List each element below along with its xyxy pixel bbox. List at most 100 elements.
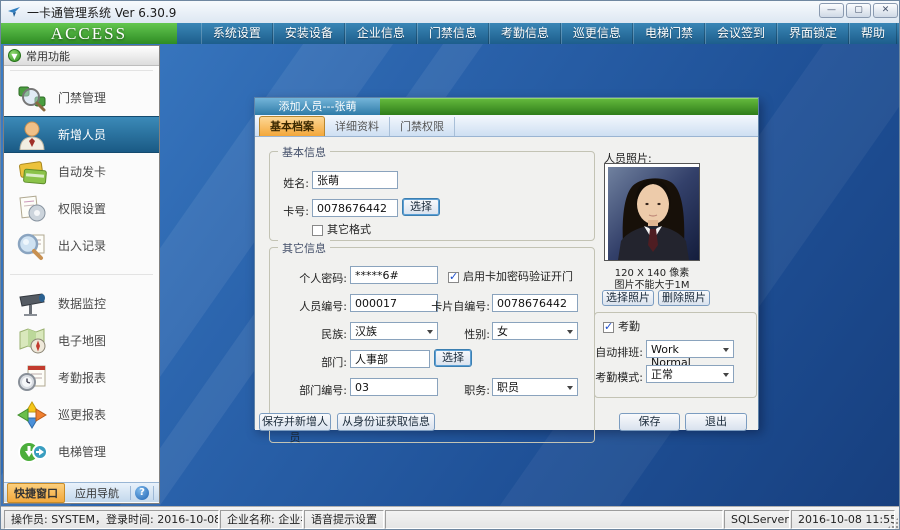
read-id-card-button[interactable]: 从身份证获取信息 — [337, 413, 435, 431]
delete-photo-button[interactable]: 删除照片 — [658, 290, 710, 306]
menu-attendance-info[interactable]: 考勤信息 — [488, 23, 561, 44]
position-dropdown[interactable]: 职员 — [492, 378, 578, 396]
sidebar-header-label: 常用功能 — [26, 49, 70, 63]
gender-label: 性别: — [464, 328, 490, 341]
card-number-label: 卡号: — [283, 205, 309, 218]
minimize-button[interactable]: — — [819, 3, 844, 18]
attendance-checkbox-label: 考勤 — [618, 320, 640, 333]
tab-app-navigation[interactable]: 应用导航 — [68, 483, 126, 503]
sidebar-item-label: 权限设置 — [58, 202, 107, 216]
position-label: 职务: — [464, 384, 490, 397]
sidebar-bottom-tabs: 快捷窗口 应用导航 ? — [4, 482, 159, 503]
camera-monitor-icon — [19, 292, 45, 316]
attendance-mode-dropdown[interactable]: 正常 — [646, 365, 734, 383]
other-format-checkbox[interactable]: 其它格式 — [312, 221, 371, 237]
access-devices-icon — [18, 86, 46, 111]
sidebar-item-permission-settings[interactable]: 权限设置 — [4, 190, 159, 227]
select-photo-button[interactable]: 选择照片 — [602, 290, 654, 306]
save-button[interactable]: 保存 — [619, 413, 680, 431]
card-self-number-label: 卡片自编号: — [431, 300, 490, 313]
add-person-dialog: 添加人员---张萌 基本档案 详细资料 门禁权限 基本信息 姓名: 张萌 卡号:… — [254, 97, 759, 444]
sidebar-item-patrol-report[interactable]: 巡更报表 — [4, 396, 159, 433]
dialog-body: 基本信息 姓名: 张萌 卡号: 0078676442 选择 其它格式 其它信息 … — [255, 137, 758, 444]
auto-schedule-dropdown[interactable]: Work Normal — [646, 340, 734, 369]
sidebar-item-label: 新增人员 — [58, 128, 107, 142]
access-logo: ACCESS — [1, 23, 177, 44]
attendance-checkbox[interactable]: 考勤 — [603, 318, 640, 334]
sidebar-item-label: 数据监控 — [58, 297, 107, 311]
other-info-legend: 其它信息 — [278, 240, 330, 256]
sidebar-item-add-person[interactable]: 新增人员 — [4, 116, 159, 153]
maximize-button[interactable]: ▢ — [846, 3, 871, 18]
app-icon — [8, 7, 20, 17]
status-empty-panel — [385, 510, 723, 529]
sidebar: ▼ 常用功能 门禁管理 新增人员 自动发卡 权限设置 出入记录 数据监控 电子地… — [3, 45, 160, 504]
attendance-checkbox-box[interactable] — [603, 320, 614, 333]
name-input[interactable]: 张萌 — [312, 171, 398, 189]
sidebar-item-access-records[interactable]: 出入记录 — [4, 227, 159, 264]
attendance-mode-label: 考勤模式: — [595, 371, 643, 384]
department-input[interactable]: 人事部 — [350, 350, 430, 368]
sidebar-item-attendance-report[interactable]: 考勤报表 — [4, 359, 159, 396]
other-format-checkbox-box[interactable] — [312, 224, 323, 236]
save-and-add-button[interactable]: 保存并新增人员 — [259, 413, 331, 444]
card-verify-checkbox-box[interactable] — [448, 270, 459, 283]
sidebar-item-auto-card[interactable]: 自动发卡 — [4, 153, 159, 190]
sidebar-item-data-monitor[interactable]: 数据监控 — [4, 285, 159, 322]
menu-lock-ui[interactable]: 界面锁定 — [776, 23, 849, 44]
card-verify-checkbox[interactable]: 启用卡加密码验证开门 — [448, 268, 573, 284]
auto-card-icon — [19, 160, 47, 184]
elevator-icon — [18, 440, 48, 463]
sidebar-item-label: 考勤报表 — [58, 371, 107, 385]
tab-access-permission[interactable]: 门禁权限 — [390, 117, 455, 136]
menu-help[interactable]: 帮助 — [848, 23, 897, 44]
menu-meeting-signin[interactable]: 会议签到 — [704, 23, 777, 44]
menu-system-settings[interactable]: 系统设置 — [200, 23, 273, 44]
gender-dropdown[interactable]: 女 — [492, 322, 578, 340]
other-format-label: 其它格式 — [327, 223, 371, 236]
collapse-arrow-icon[interactable]: ▼ — [8, 49, 21, 62]
status-voice-settings[interactable]: 语音提示设置 — [304, 510, 384, 529]
card-number-input[interactable]: 0078676442 — [312, 199, 398, 217]
select-card-button[interactable]: 选择 — [402, 198, 440, 216]
dialog-tabstrip: 基本档案 详细资料 门禁权限 — [255, 115, 758, 137]
card-self-number-input[interactable]: 0078676442 — [492, 294, 578, 312]
status-bar: 操作员: SYSTEM，登录时间: 2016-10-08 11:27:12。 企… — [1, 506, 899, 529]
sidebar-header: ▼ 常用功能 — [4, 46, 159, 66]
password-label: 个人密码: — [299, 272, 347, 285]
person-photo — [608, 167, 699, 260]
password-input[interactable]: *****6# — [350, 266, 438, 284]
add-person-icon — [19, 121, 45, 150]
map-icon — [19, 327, 46, 353]
menu-patrol-info[interactable]: 巡更信息 — [560, 23, 633, 44]
photo-limit-hint: 图片不能大于1M — [614, 280, 690, 291]
menu-access-info[interactable]: 门禁信息 — [416, 23, 489, 44]
card-verify-label: 启用卡加密码验证开门 — [463, 270, 573, 283]
basic-info-legend: 基本信息 — [278, 144, 330, 160]
close-button[interactable]: ✕ — [873, 3, 898, 18]
tab-quick-window[interactable]: 快捷窗口 — [7, 482, 65, 503]
name-label: 姓名: — [283, 177, 309, 190]
sidebar-item-label: 出入记录 — [58, 239, 107, 253]
title-bar: 一卡通管理系统 Ver 6.30.9 — ▢ ✕ — [1, 1, 899, 23]
person-photo-frame — [604, 163, 700, 261]
sidebar-item-label: 自动发卡 — [58, 165, 107, 179]
department-number-label: 部门编号: — [299, 384, 347, 397]
select-department-button[interactable]: 选择 — [434, 349, 472, 367]
status-operator: 操作员: SYSTEM，登录时间: 2016-10-08 11:27:12。 — [4, 510, 219, 529]
sidebar-item-electronic-map[interactable]: 电子地图 — [4, 322, 159, 359]
department-label: 部门: — [321, 356, 347, 369]
menu-elevator-access[interactable]: 电梯门禁 — [632, 23, 705, 44]
auto-schedule-label: 自动排班: — [595, 346, 643, 359]
tab-basic-profile[interactable]: 基本档案 — [259, 116, 325, 136]
sidebar-item-elevator-management[interactable]: 电梯管理 — [4, 433, 159, 470]
sidebar-item-label: 巡更报表 — [58, 408, 107, 422]
tab-detail-info[interactable]: 详细资料 — [325, 117, 390, 136]
help-icon[interactable]: ? — [135, 485, 149, 500]
sidebar-item-access-management[interactable]: 门禁管理 — [4, 79, 159, 116]
exit-button[interactable]: 退出 — [685, 413, 747, 431]
dialog-title: 添加人员---张萌 — [255, 98, 380, 115]
menu-company-info[interactable]: 企业信息 — [344, 23, 417, 44]
menu-install-devices[interactable]: 安装设备 — [272, 23, 345, 44]
records-search-icon — [17, 233, 45, 260]
